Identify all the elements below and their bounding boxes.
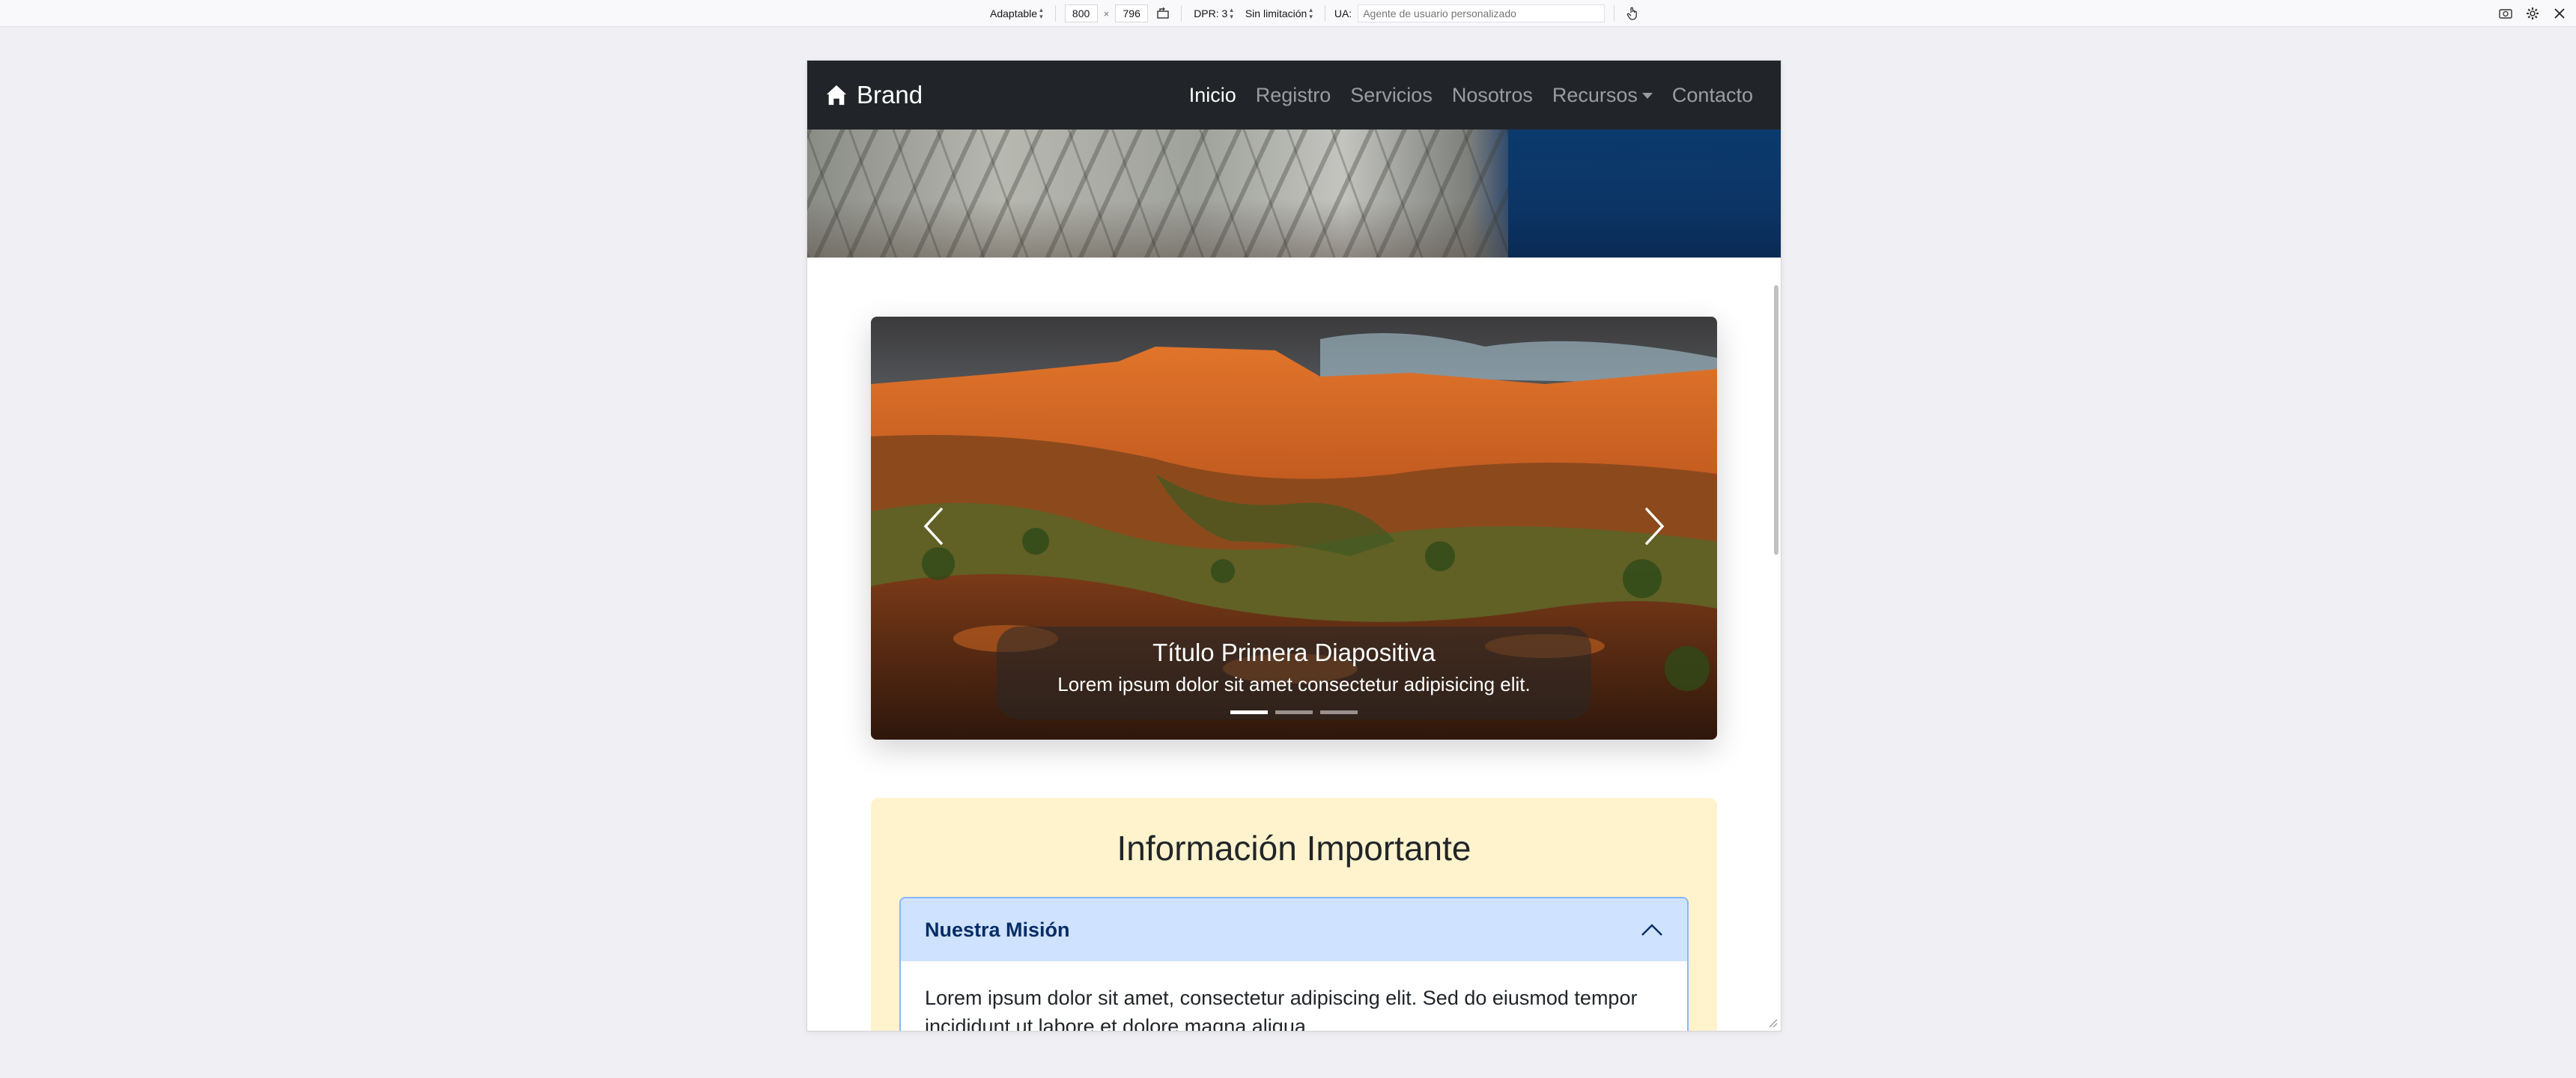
- caret-down-icon: [1641, 93, 1653, 99]
- settings-gear-icon[interactable]: [2524, 4, 2542, 22]
- carousel-next-button[interactable]: [1624, 496, 1684, 556]
- throttling-label: Sin limitación: [1245, 7, 1307, 19]
- navbar: Brand Inicio Registro Servicios Nosotros…: [807, 61, 1781, 130]
- updown-icon: ▴ ▾: [1039, 6, 1043, 20]
- carousel-caption: Título Primera Diapositiva Lorem ipsum d…: [997, 627, 1591, 719]
- dimension-separator: ×: [1103, 7, 1110, 19]
- toolbar-controls: Adaptable ▴ ▾ 800 × 796 DPR: 3 ▴ ▾ Sin lim…: [987, 0, 1641, 27]
- touch-simulation-icon[interactable]: [1623, 4, 1641, 22]
- brand-label: Brand: [857, 81, 923, 109]
- carousel-indicator-1[interactable]: [1230, 710, 1268, 714]
- nav-dropdown-recursos[interactable]: Recursos: [1543, 84, 1662, 107]
- slide-text: Lorem ipsum dolor sit amet consectetur a…: [1057, 673, 1531, 695]
- updown-icon: ▴ ▾: [1230, 6, 1233, 20]
- accordion-body: Lorem ipsum dolor sit amet, consectetur …: [925, 987, 1638, 1031]
- nav-link-registro[interactable]: Registro: [1246, 84, 1341, 107]
- device-viewport: Brand Inicio Registro Servicios Nosotros…: [807, 61, 1781, 1031]
- screenshot-icon[interactable]: [2497, 4, 2515, 22]
- toolbar-right-actions: [2497, 0, 2569, 27]
- nav-links: Inicio Registro Servicios Nosotros Recur…: [1179, 84, 1763, 107]
- viewport-height-input[interactable]: 796: [1115, 4, 1149, 22]
- info-title: Información Importante: [1117, 829, 1471, 868]
- accordion-header-mision[interactable]: Nuestra Misión: [901, 898, 1687, 961]
- carousel-indicator-2[interactable]: [1275, 710, 1313, 714]
- device-selector-label: Adaptable: [990, 7, 1038, 19]
- info-section: Información Importante Nuestra Misión Lo…: [871, 798, 1717, 1031]
- chevron-left-icon: [923, 507, 944, 546]
- separator: [1181, 5, 1182, 22]
- separator: [1054, 5, 1056, 22]
- nav-link-nosotros[interactable]: Nosotros: [1442, 84, 1543, 107]
- dpr-label: DPR: 3: [1194, 7, 1228, 19]
- image-carousel: Título Primera Diapositiva Lorem ipsum d…: [871, 317, 1717, 740]
- hero-sea-texture: [1508, 130, 1781, 258]
- nav-link-inicio[interactable]: Inicio: [1179, 84, 1246, 107]
- resize-handle-icon[interactable]: [1766, 1016, 1778, 1028]
- dpr-selector[interactable]: DPR: 3 ▴ ▾: [1191, 7, 1236, 20]
- home-icon: [826, 85, 847, 106]
- carousel-indicators: [871, 710, 1717, 714]
- accordion: Nuestra Misión Lorem ipsum dolor sit ame…: [899, 897, 1689, 1031]
- hero-rocks-texture: [807, 130, 1528, 258]
- accordion-header-label: Nuestra Misión: [925, 918, 1070, 941]
- user-agent-input[interactable]: [1358, 4, 1606, 22]
- slide-title: Título Primera Diapositiva: [1152, 639, 1436, 666]
- page-scrollbar[interactable]: [1774, 285, 1778, 555]
- user-agent-label: UA:: [1334, 7, 1352, 19]
- carousel-indicator-3[interactable]: [1320, 710, 1358, 714]
- responsive-design-toolbar: Adaptable ▴ ▾ 800 × 796 DPR: 3 ▴ ▾ Sin lim…: [0, 0, 2576, 27]
- nav-dropdown-label: Recursos: [1552, 83, 1638, 106]
- viewport-width-input[interactable]: 800: [1064, 4, 1098, 22]
- carousel-prev-button[interactable]: [904, 496, 964, 556]
- device-selector[interactable]: Adaptable ▴ ▾: [987, 7, 1046, 20]
- rotate-icon[interactable]: [1154, 4, 1172, 22]
- throttling-selector[interactable]: Sin limitación ▴ ▾: [1242, 7, 1316, 20]
- nav-link-contacto[interactable]: Contacto: [1662, 84, 1763, 107]
- close-icon[interactable]: [2551, 4, 2569, 22]
- updown-icon: ▴ ▾: [1309, 6, 1313, 20]
- chevron-up-icon: [1641, 924, 1662, 936]
- nav-link-servicios[interactable]: Servicios: [1340, 84, 1442, 107]
- navbar-brand[interactable]: Brand: [825, 81, 923, 109]
- chevron-right-icon: [1644, 507, 1665, 546]
- hero-banner-image: [807, 130, 1781, 258]
